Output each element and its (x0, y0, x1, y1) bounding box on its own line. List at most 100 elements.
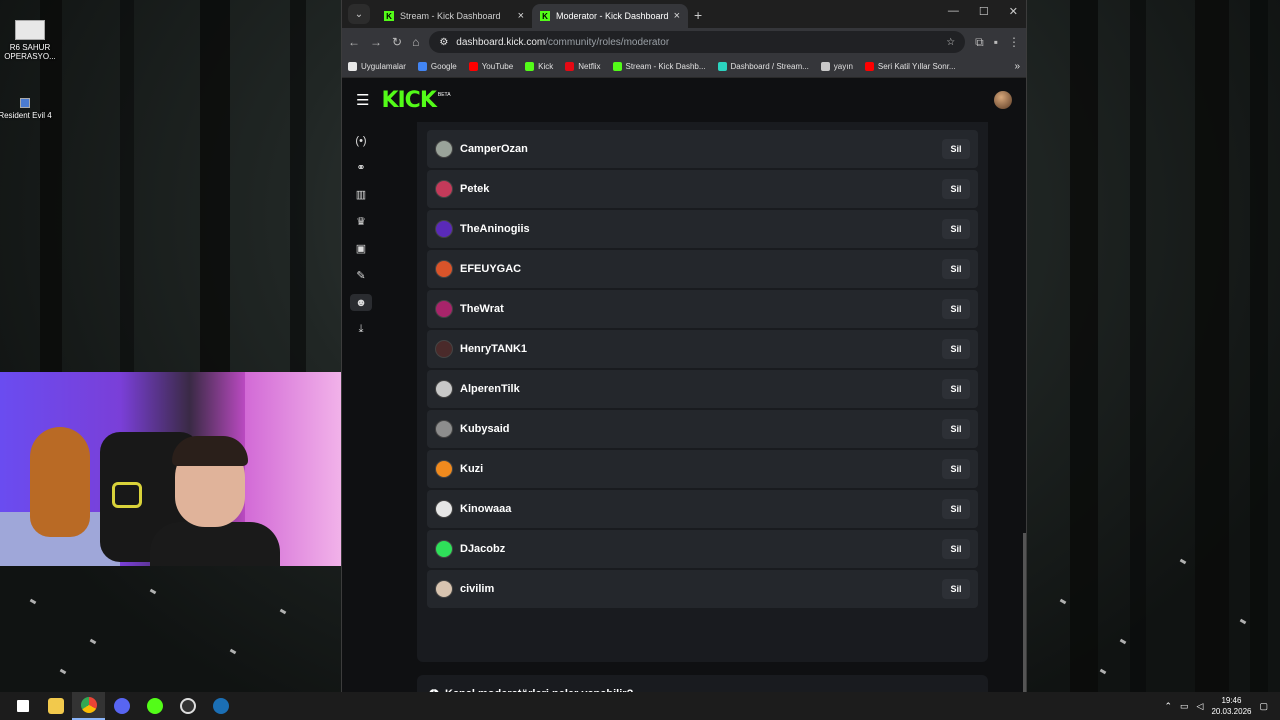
taskbar-app[interactable] (204, 692, 237, 720)
back-arrow-icon[interactable]: ← (348, 35, 360, 49)
taskbar-app[interactable] (138, 692, 171, 720)
bookmark-star-icon[interactable]: ☆ (946, 37, 955, 48)
bookmark-label: Seri Katil Yıllar Sonr... (877, 62, 956, 71)
moderator-name: AlperenTilk (460, 383, 520, 395)
moderator-name: TheAninogiis (460, 223, 530, 235)
shortcut-label: R6 SAHUR OPERASYO... (4, 43, 56, 61)
remove-moderator-button[interactable]: Sil (942, 539, 970, 559)
desktop-tree (1070, 0, 1098, 692)
site-info-icon[interactable]: ⚙ (439, 37, 448, 48)
notifications-icon[interactable]: ▢ (1259, 701, 1268, 712)
remove-moderator-button[interactable]: Sil (942, 339, 970, 359)
desktop-leaf (59, 668, 67, 675)
maximize-button[interactable]: ☐ (979, 5, 989, 18)
kick-app-icon (146, 698, 163, 714)
remove-moderator-button[interactable]: Sil (942, 579, 970, 599)
moderator-row: Kinowaaa Sil (427, 490, 978, 528)
new-tab-button[interactable]: + (694, 7, 702, 23)
kick-logo[interactable]: KICK (381, 88, 436, 113)
bookmark-label: Google (430, 62, 457, 71)
moderator-avatar (435, 180, 453, 198)
taskbar-app[interactable] (171, 692, 204, 720)
tab-moderator[interactable]: K Moderator - Kick Dashboard × (532, 4, 688, 28)
profile-icon[interactable]: ▪ (994, 35, 998, 49)
user-avatar[interactable] (994, 91, 1012, 109)
taskbar-app[interactable] (105, 692, 138, 720)
remove-moderator-button[interactable]: Sil (942, 419, 970, 439)
minimize-button[interactable]: — (948, 5, 959, 18)
moderator-name: CamperOzan (460, 143, 528, 155)
close-icon[interactable]: × (518, 10, 524, 22)
desktop-shortcut[interactable]: Resident Evil 4 (0, 98, 55, 120)
desktop-leaf (149, 588, 157, 595)
folder-icon (47, 698, 64, 714)
moderator-avatar (435, 220, 453, 238)
start-button[interactable] (6, 692, 39, 720)
url-path: /community/roles/moderator (545, 36, 670, 48)
bookmark-label: Kick (538, 62, 554, 71)
moderator-name: civilim (460, 583, 495, 595)
tab-title: Stream - Kick Dashboard (400, 11, 501, 21)
bookmark-favicon-icon (348, 62, 357, 71)
bookmark-favicon-icon (820, 62, 830, 71)
steam-icon (212, 698, 229, 714)
windows-logo-icon (16, 700, 29, 712)
bookmark-item[interactable]: yayın (820, 62, 853, 71)
kick-dashboard-page: ☰ KICK BETA (•) ⚭ ▥ ♛ ▣ ✎ ☻ ⤓ CamperOzan Sil Pete… (342, 78, 1026, 720)
moderator-name: HenryTANK1 (460, 343, 528, 355)
reload-icon[interactable]: ↻ (392, 35, 402, 49)
remove-moderator-button[interactable]: Sil (942, 179, 970, 199)
bookmark-item[interactable]: Google (417, 62, 457, 71)
remove-moderator-button[interactable]: Sil (942, 259, 970, 279)
close-window-button[interactable]: ✕ (1009, 5, 1018, 18)
remove-moderator-button[interactable]: Sil (942, 299, 970, 319)
bookmark-favicon-icon (565, 62, 575, 71)
hamburger-menu-icon[interactable]: ☰ (356, 91, 369, 109)
moderator-row: Kubysaid Sil (427, 410, 978, 448)
clock[interactable]: 19:46 20.03.2026 (1211, 695, 1251, 717)
taskbar-chrome[interactable] (72, 692, 105, 720)
remove-moderator-button[interactable]: Sil (942, 379, 970, 399)
kick-favicon-icon: K (384, 11, 394, 21)
bookmarks-more-button[interactable]: » (1014, 61, 1020, 72)
bookmark-item[interactable]: Seri Katil Yıllar Sonr... (864, 62, 956, 71)
taskbar-file-explorer[interactable] (39, 692, 72, 720)
windows-taskbar: ⌃ ▭ ◁ 19:46 20.03.2026 ▢ (0, 692, 1280, 720)
menu-kebab-icon[interactable]: ⋮ (1008, 35, 1020, 49)
tray-expand-icon[interactable]: ⌃ (1164, 701, 1172, 712)
close-icon[interactable]: × (674, 10, 680, 22)
tab-search-button[interactable]: ⌄ (348, 4, 370, 24)
moderator-row: CamperOzan Sil (427, 130, 978, 168)
network-icon[interactable]: ▭ (1180, 701, 1189, 712)
address-bar[interactable]: ⚙ dashboard.kick.com/community/roles/mod… (429, 31, 966, 53)
desktop-tree (1250, 0, 1268, 692)
remove-moderator-button[interactable]: Sil (942, 139, 970, 159)
bookmark-item[interactable]: YouTube (468, 62, 513, 71)
moderator-row: civilim Sil (427, 570, 978, 608)
bookmark-favicon-icon (612, 62, 622, 71)
moderator-name: Kubysaid (460, 423, 510, 435)
page-scrollbar[interactable] (1023, 533, 1026, 693)
bookmark-item[interactable]: Kick (525, 62, 553, 71)
tab-stream[interactable]: K Stream - Kick Dashboard × (376, 4, 532, 28)
bookmark-favicon-icon (525, 62, 535, 71)
remove-moderator-button[interactable]: Sil (942, 219, 970, 239)
home-icon[interactable]: ⌂ (412, 35, 419, 49)
moderator-avatar (435, 540, 453, 558)
kick-favicon-icon: K (540, 11, 550, 21)
bookmark-label: Dashboard / Stream... (730, 62, 809, 71)
moderator-row: TheAninogiis Sil (427, 210, 978, 248)
bookmark-item[interactable]: Uygulamalar (348, 62, 406, 71)
bookmark-label: Netflix (578, 62, 601, 71)
bookmark-item[interactable]: Dashboard / Stream... (717, 62, 809, 71)
forward-arrow-icon[interactable]: → (370, 35, 382, 49)
remove-moderator-button[interactable]: Sil (942, 459, 970, 479)
extensions-icon[interactable]: ⧉ (975, 35, 984, 50)
bookmark-item[interactable]: Netflix (565, 62, 601, 71)
desktop-shortcut[interactable]: R6 SAHUR OPERASYO... (0, 20, 60, 61)
moderator-name: DJacobz (460, 543, 506, 555)
remove-moderator-button[interactable]: Sil (942, 499, 970, 519)
bookmark-label: yayın (833, 62, 853, 71)
bookmark-item[interactable]: Stream - Kick Dashb... (612, 62, 706, 71)
volume-icon[interactable]: ◁ (1197, 701, 1204, 712)
